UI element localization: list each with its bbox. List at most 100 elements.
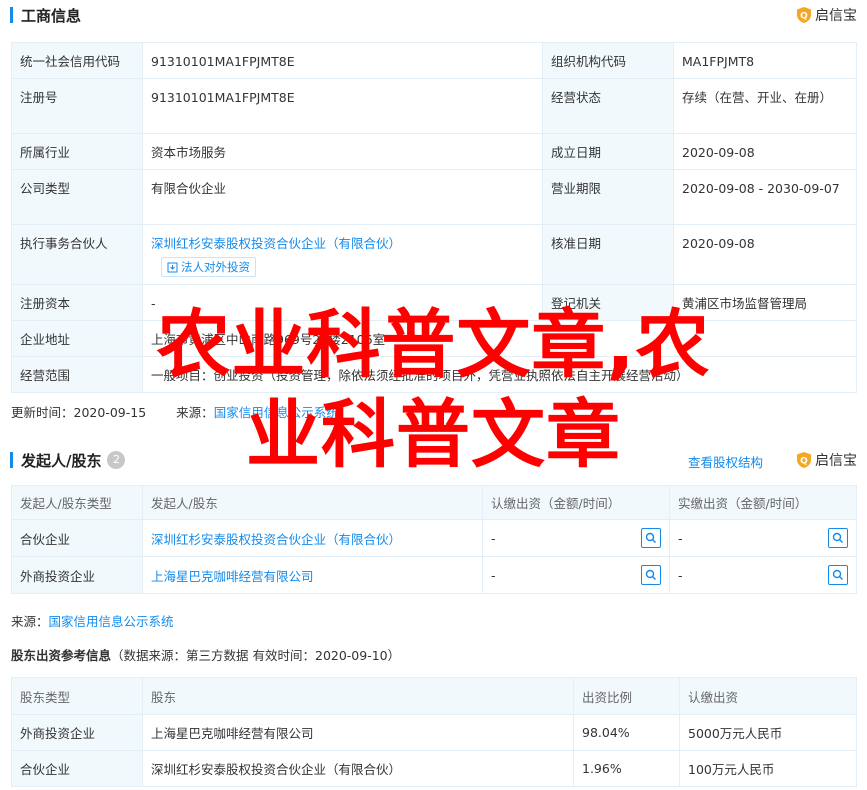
source-link[interactable]: 国家信用信息公示系统 <box>214 405 339 420</box>
field-value: 2020-09-08 <box>673 133 857 170</box>
table-row: 经营范围 一般项目：创业投资（投资管理，除依法须经批准的项目外，凭营业执照依法自… <box>11 356 857 393</box>
field-value: 上海市黄浦区中山南路969号21楼2106室 <box>142 320 857 357</box>
table-row: 外商投资企业 上海星巴克咖啡经营有限公司 - - <box>11 556 857 594</box>
field-value: 存续（在营、开业、在册） <box>673 78 857 134</box>
subscribed-value: - <box>491 567 496 583</box>
table-row: 企业地址 上海市黄浦区中山南路969号21楼2106室 <box>11 320 857 357</box>
field-value: 一般项目：创业投资（投资管理，除依法须经批准的项目外，凭营业执照依法自主开展经营… <box>142 356 857 393</box>
column-header: 发起人/股东类型 <box>11 485 143 520</box>
legal-investment-button[interactable]: 法人对外投资 <box>161 257 256 277</box>
column-header: 认缴出资（金额/时间） <box>482 485 670 520</box>
svg-text:Q: Q <box>800 12 808 22</box>
table-row: 外商投资企业 上海星巴克咖啡经营有限公司 98.04% 5000万元人民币 <box>11 714 857 751</box>
reference-subtitle: （数据来源：第三方数据 有效时间：2020-09-10） <box>111 648 401 663</box>
column-header: 认缴出资 <box>679 677 857 715</box>
reference-header: 股东出资参考信息（数据来源：第三方数据 有效时间：2020-09-10） <box>11 645 400 664</box>
search-icon <box>645 532 656 543</box>
table-row: 合伙企业 深圳红杉安泰股权投资合伙企业（有限合伙） 1.96% 100万元人民币 <box>11 750 857 787</box>
field-label: 公司类型 <box>11 169 143 225</box>
subscribed-value: - <box>491 530 496 546</box>
shareholder-count-badge: 2 <box>107 451 126 469</box>
field-value: 资本市场服务 <box>142 133 543 170</box>
column-header: 出资比例 <box>573 677 680 715</box>
table-row: 注册号 91310101MA1FPJMT8E 经营状态 存续（在营、开业、在册） <box>11 78 857 134</box>
updated-value: 2020-09-15 <box>73 405 147 420</box>
field-label: 登记机关 <box>542 284 674 321</box>
reference-table: 股东类型 股东 出资比例 认缴出资 外商投资企业 上海星巴克咖啡经营有限公司 9… <box>11 677 857 787</box>
svg-text:Q: Q <box>800 457 808 467</box>
export-icon <box>167 262 178 272</box>
logo-text: 启信宝 <box>815 453 857 469</box>
shareholder-type: 合伙企业 <box>11 750 143 787</box>
table-row: 所属行业 资本市场服务 成立日期 2020-09-08 <box>11 133 857 170</box>
search-button[interactable] <box>641 528 661 548</box>
source-label: 来源： <box>176 405 214 420</box>
table-row: 公司类型 有限合伙企业 营业期限 2020-09-08 - 2030-09-07 <box>11 169 857 225</box>
search-button[interactable] <box>641 565 661 585</box>
logo-text: 启信宝 <box>815 8 857 24</box>
section-title: 发起人/股东 <box>21 451 102 470</box>
section-accent-bar <box>10 7 13 23</box>
field-value: - <box>142 284 543 321</box>
amount-value: 100万元人民币 <box>679 750 857 787</box>
shareholder-link[interactable]: 深圳红杉安泰股权投资合伙企业（有限合伙） <box>151 532 401 547</box>
shield-logo-icon: Q <box>797 452 811 468</box>
table-row: 注册资本 - 登记机关 黄浦区市场监督管理局 <box>11 284 857 321</box>
updated-label: 更新时间： <box>11 405 74 420</box>
reference-title: 股东出资参考信息 <box>11 648 112 663</box>
ratio-value: 1.96% <box>573 750 680 787</box>
equity-structure-link[interactable]: 查看股权结构 <box>688 452 763 471</box>
shareholder-type: 合伙企业 <box>11 519 143 557</box>
table-header-row: 发起人/股东类型 发起人/股东 认缴出资（金额/时间） 实缴出资（金额/时间） <box>11 485 857 520</box>
shareholders-table: 发起人/股东类型 发起人/股东 认缴出资（金额/时间） 实缴出资（金额/时间） … <box>11 485 857 594</box>
shield-logo-icon: Q <box>797 7 811 23</box>
field-label: 企业地址 <box>11 320 143 357</box>
search-icon <box>832 532 843 543</box>
shareholder-link[interactable]: 上海星巴克咖啡经营有限公司 <box>151 569 314 584</box>
amount-value: 5000万元人民币 <box>679 714 857 751</box>
field-value: 91310101MA1FPJMT8E <box>142 42 543 79</box>
field-label: 核准日期 <box>542 224 674 285</box>
field-label: 成立日期 <box>542 133 674 170</box>
shareholders-source: 来源：国家信用信息公示系统 <box>11 611 174 630</box>
table-header-row: 股东类型 股东 出资比例 认缴出资 <box>11 677 857 715</box>
field-label: 所属行业 <box>11 133 143 170</box>
field-label: 统一社会信用代码 <box>11 42 143 79</box>
source-label: 来源： <box>11 614 49 629</box>
field-label: 注册资本 <box>11 284 143 321</box>
column-header: 股东 <box>142 677 574 715</box>
field-value: 黄浦区市场监督管理局 <box>673 284 857 321</box>
table-row: 统一社会信用代码 91310101MA1FPJMT8E 组织机构代码 MA1FP… <box>11 42 857 79</box>
column-header: 实缴出资（金额/时间） <box>669 485 857 520</box>
search-button[interactable] <box>828 565 848 585</box>
field-label: 组织机构代码 <box>542 42 674 79</box>
shareholders-header: 发起人/股东 2 <box>10 449 126 471</box>
field-label: 注册号 <box>11 78 143 134</box>
field-label: 执行事务合伙人 <box>11 224 143 285</box>
field-value: 2020-09-08 <box>673 224 857 285</box>
search-icon <box>645 569 656 580</box>
field-label: 经营范围 <box>11 356 143 393</box>
column-header: 发起人/股东 <box>142 485 483 520</box>
business-info-header: 工商信息 <box>10 4 81 26</box>
search-button[interactable] <box>828 528 848 548</box>
qixinbao-logo[interactable]: Q 启信宝 <box>796 450 857 470</box>
field-label: 营业期限 <box>542 169 674 225</box>
qixinbao-logo[interactable]: Q 启信宝 <box>796 5 857 25</box>
field-value: 2020-09-08 - 2030-09-07 <box>673 169 857 225</box>
section-accent-bar <box>10 452 13 468</box>
source-link[interactable]: 国家信用信息公示系统 <box>49 614 174 629</box>
legal-investment-label: 法人对外投资 <box>181 260 250 274</box>
ratio-value: 98.04% <box>573 714 680 751</box>
column-header: 股东类型 <box>11 677 143 715</box>
field-value: 深圳红杉安泰股权投资合伙企业（有限合伙） 法人对外投资 <box>142 224 543 285</box>
partner-link[interactable]: 深圳红杉安泰股权投资合伙企业（有限合伙） <box>151 235 534 253</box>
paid-value: - <box>678 530 683 546</box>
shareholder-type: 外商投资企业 <box>11 714 143 751</box>
table-row: 合伙企业 深圳红杉安泰股权投资合伙企业（有限合伙） - - <box>11 519 857 557</box>
field-value: 91310101MA1FPJMT8E <box>142 78 543 134</box>
search-icon <box>832 569 843 580</box>
update-info: 更新时间：2020-09-15 来源：国家信用信息公示系统 <box>11 402 339 421</box>
paid-value: - <box>678 567 683 583</box>
field-value: MA1FPJMT8 <box>673 42 857 79</box>
